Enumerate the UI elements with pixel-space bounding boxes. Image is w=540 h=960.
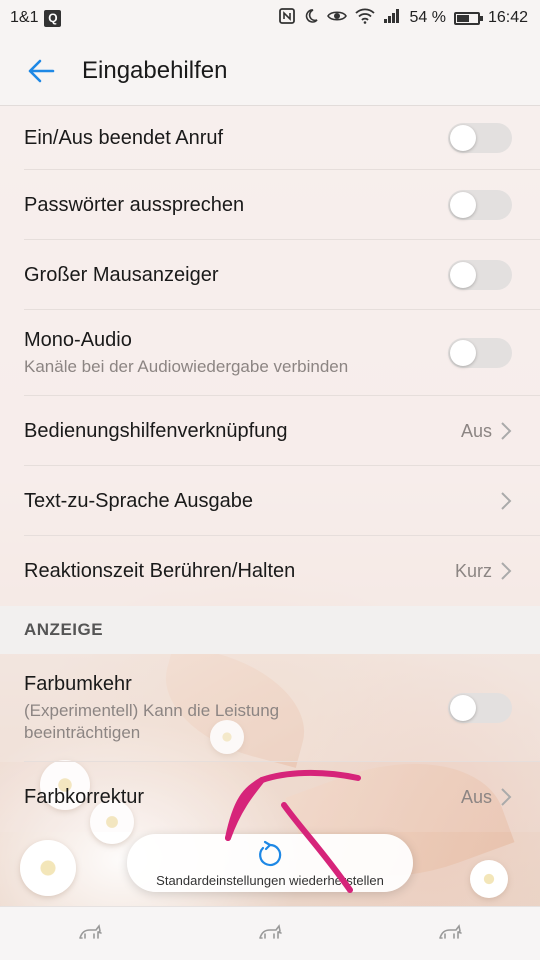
- setting-label: Farbkorrektur: [24, 785, 145, 808]
- nfc-icon: [279, 7, 296, 29]
- arrow-left-icon: [28, 59, 55, 82]
- battery-icon: [453, 11, 483, 25]
- back-button[interactable]: [0, 36, 82, 106]
- chevron-right-icon: [501, 562, 512, 580]
- chevron-right-icon: [501, 422, 512, 440]
- setting-color-inversion[interactable]: Farbumkehr (Experimentell) Kann die Leis…: [0, 654, 540, 762]
- wifi-icon: [355, 8, 376, 29]
- nav-back-button[interactable]: [77, 920, 103, 947]
- navigation-bar: [0, 906, 540, 960]
- cat-icon: [259, 924, 282, 939]
- setting-value: Aus: [460, 420, 492, 441]
- moon-icon: [303, 8, 319, 29]
- setting-speak-passwords[interactable]: Passwörter aussprechen: [0, 170, 540, 240]
- power-ends-call-toggle[interactable]: [448, 123, 512, 153]
- carrier-badge: Q: [44, 9, 62, 27]
- section-header-display: ANZEIGE: [0, 606, 540, 654]
- chevron-right-icon: [501, 788, 512, 806]
- flower-decoration: [20, 840, 76, 896]
- setting-label: Passwörter aussprechen: [24, 193, 245, 216]
- battery-percent: 54 %: [409, 9, 446, 26]
- setting-label: Mono-Audio: [24, 328, 132, 351]
- setting-touch-hold-delay[interactable]: Reaktionszeit Berühren/Halten Kurz: [0, 536, 540, 606]
- setting-value: Kurz: [454, 560, 492, 581]
- settings-list: Ein/Aus beendet Anruf Passwörter ausspre…: [0, 106, 540, 832]
- setting-power-ends-call[interactable]: Ein/Aus beendet Anruf: [0, 106, 540, 170]
- setting-color-correction[interactable]: Farbkorrektur Aus: [0, 762, 540, 832]
- cat-icon: [79, 924, 102, 939]
- setting-label: Ein/Aus beendet Anruf: [24, 126, 224, 149]
- flower-decoration: [470, 860, 508, 898]
- app-bar: Eingabehilfen: [0, 36, 540, 106]
- color-inversion-toggle[interactable]: [448, 693, 512, 723]
- mono-audio-toggle[interactable]: [448, 338, 512, 368]
- restore-defaults-label: Standardeinstellungen wiederherstellen: [156, 872, 384, 888]
- refresh-icon: [259, 840, 282, 866]
- setting-accessibility-shortcut[interactable]: Bedienungshilfenverknüpfung Aus: [0, 396, 540, 466]
- setting-description: (Experimentell) Kann die Leistung beeint…: [24, 700, 280, 742]
- setting-label: Farbumkehr: [24, 672, 132, 695]
- large-mouse-pointer-toggle[interactable]: [448, 260, 512, 290]
- setting-description: Kanäle bei der Audiowiedergabe verbinden: [24, 356, 349, 376]
- setting-value: Aus: [460, 786, 492, 807]
- signal-icon: [383, 8, 401, 29]
- setting-label: Großer Mausanzeiger: [24, 263, 219, 286]
- speak-passwords-toggle[interactable]: [448, 190, 512, 220]
- setting-tts-output[interactable]: Text-zu-Sprache Ausgabe: [0, 466, 540, 536]
- clock: 16:42: [487, 9, 528, 26]
- restore-defaults-button[interactable]: Standardeinstellungen wiederherstellen: [127, 834, 413, 892]
- carrier-label: 1&1: [10, 9, 39, 26]
- status-bar: 1&1 Q 54 % 16:42: [0, 0, 540, 36]
- chevron-right-icon: [501, 492, 512, 510]
- page-title: Eingabehilfen: [82, 56, 228, 84]
- cat-icon: [439, 924, 462, 939]
- setting-label: Reaktionszeit Berühren/Halten: [24, 559, 296, 582]
- setting-label: Text-zu-Sprache Ausgabe: [24, 489, 254, 512]
- eye-icon: [327, 8, 348, 29]
- setting-label: Bedienungshilfenverknüpfung: [24, 419, 288, 442]
- setting-large-mouse-pointer[interactable]: Großer Mausanzeiger: [0, 240, 540, 310]
- nav-home-button[interactable]: [257, 920, 283, 947]
- nav-recents-button[interactable]: [437, 920, 463, 947]
- setting-mono-audio[interactable]: Mono-Audio Kanäle bei der Audiowiedergab…: [0, 310, 540, 396]
